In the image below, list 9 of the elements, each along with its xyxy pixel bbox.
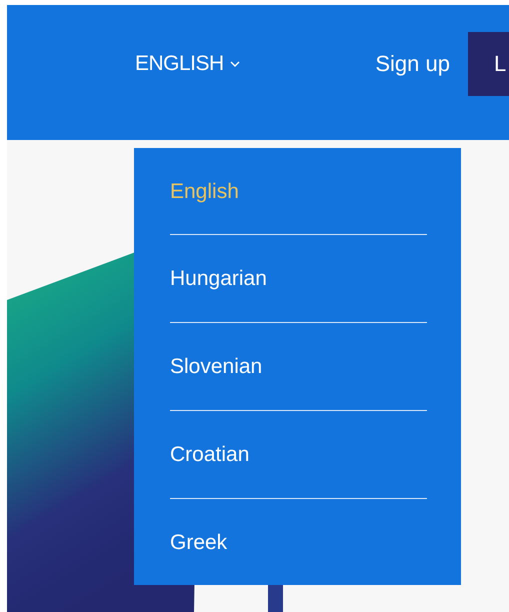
login-button[interactable]: L bbox=[468, 32, 509, 96]
language-option[interactable]: Slovenian bbox=[170, 322, 427, 410]
language-option[interactable]: Greek bbox=[170, 498, 427, 586]
language-option[interactable]: English bbox=[170, 148, 427, 234]
language-option[interactable]: Hungarian bbox=[170, 234, 427, 322]
post-shape bbox=[268, 585, 283, 612]
language-button[interactable]: ENGLISH bbox=[135, 32, 240, 96]
sign-up-link[interactable]: Sign up bbox=[375, 32, 450, 96]
language-option[interactable]: Croatian bbox=[170, 410, 427, 498]
